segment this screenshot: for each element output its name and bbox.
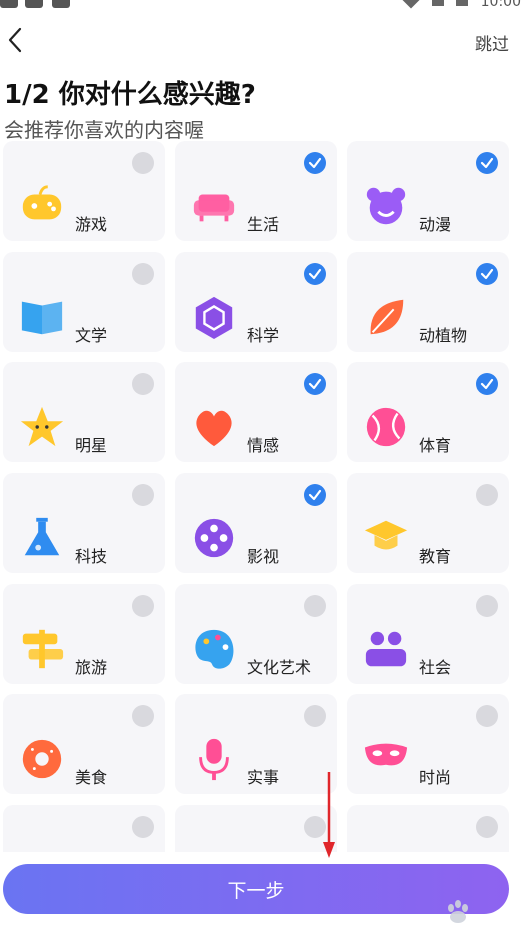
- select-checkbox[interactable]: [132, 705, 154, 727]
- interest-card[interactable]: 社会: [347, 584, 509, 684]
- signal-icon: [432, 0, 444, 6]
- interest-card[interactable]: 文学: [3, 252, 165, 352]
- graduation-cap-icon: [362, 515, 410, 561]
- checkmark-icon: [308, 268, 322, 280]
- status-time: 10:00: [480, 0, 521, 10]
- interest-label: 文学: [75, 326, 108, 345]
- flask-icon: [18, 515, 66, 561]
- annotation-arrow: [323, 772, 335, 858]
- select-checkbox[interactable]: [476, 705, 498, 727]
- microphone-icon: [190, 736, 238, 782]
- checkmark-icon: [480, 157, 494, 169]
- interest-label: 动漫: [419, 215, 452, 234]
- status-icon: [25, 0, 43, 8]
- interest-card[interactable]: 生活: [175, 141, 337, 241]
- interest-card[interactable]: 时尚: [347, 694, 509, 794]
- next-step-label: 下一步: [227, 879, 285, 902]
- select-checkbox[interactable]: [304, 152, 326, 174]
- gamepad-icon: [18, 183, 66, 229]
- interest-card[interactable]: 文化艺术: [175, 584, 337, 684]
- star-icon: [18, 404, 66, 450]
- interest-card[interactable]: 情感: [175, 362, 337, 462]
- page-title: 1/2 你对什么感兴趣?: [4, 80, 256, 110]
- select-checkbox[interactable]: [132, 263, 154, 285]
- wifi-icon: [402, 0, 420, 9]
- chevron-left-icon: [8, 27, 22, 53]
- donut-icon: [18, 736, 66, 782]
- select-checkbox[interactable]: [132, 816, 154, 838]
- interest-label: 生活: [247, 215, 280, 234]
- heart-icon: [190, 404, 238, 450]
- interest-card[interactable]: 美食: [3, 694, 165, 794]
- interest-label: 社会: [419, 658, 452, 677]
- checkmark-icon: [480, 268, 494, 280]
- interest-label: 时尚: [419, 768, 452, 787]
- interest-card[interactable]: 游戏: [3, 141, 165, 241]
- people-icon: [362, 626, 410, 672]
- mask-icon: [362, 736, 410, 782]
- interest-label: 情感: [247, 436, 280, 455]
- select-checkbox[interactable]: [476, 816, 498, 838]
- interest-card[interactable]: 动植物: [347, 252, 509, 352]
- page-subtitle: 会推荐你喜欢的内容喔: [4, 118, 204, 142]
- battery-icon: [456, 0, 468, 6]
- interest-card[interactable]: 实事: [175, 694, 337, 794]
- status-icon: [0, 0, 18, 8]
- interest-label: 文化艺术: [247, 658, 312, 677]
- signpost-icon: [18, 626, 66, 672]
- select-checkbox[interactable]: [304, 595, 326, 617]
- interest-label: 动植物: [419, 326, 468, 345]
- interest-label: 科技: [75, 547, 108, 566]
- back-button[interactable]: [4, 26, 28, 54]
- select-checkbox[interactable]: [132, 595, 154, 617]
- interest-card[interactable]: 影视: [175, 473, 337, 573]
- interest-label: 影视: [247, 547, 280, 566]
- interest-card[interactable]: 明星: [3, 362, 165, 462]
- film-reel-icon: [190, 515, 238, 561]
- hexagon-icon: [190, 294, 238, 340]
- select-checkbox[interactable]: [132, 152, 154, 174]
- checkmark-icon: [308, 378, 322, 390]
- checkmark-icon: [480, 378, 494, 390]
- select-checkbox[interactable]: [132, 373, 154, 395]
- baidu-watermark: [411, 892, 511, 942]
- skip-button[interactable]: 跳过: [475, 30, 509, 55]
- interest-label: 实事: [247, 768, 280, 787]
- palette-icon: [190, 626, 238, 672]
- interest-card[interactable]: 科技: [3, 473, 165, 573]
- checkmark-icon: [308, 157, 322, 169]
- interest-card[interactable]: 教育: [347, 473, 509, 573]
- interest-card[interactable]: 动漫: [347, 141, 509, 241]
- interest-label: 科学: [247, 326, 280, 345]
- status-bar: 10:00: [0, 0, 529, 12]
- interest-label: 游戏: [75, 215, 108, 234]
- select-checkbox[interactable]: [476, 263, 498, 285]
- interest-label: 明星: [75, 436, 108, 455]
- interest-card[interactable]: 科学: [175, 252, 337, 352]
- interest-label: 教育: [419, 547, 452, 566]
- select-checkbox[interactable]: [132, 484, 154, 506]
- paw-logo-icon: [448, 900, 468, 923]
- book-icon: [18, 294, 66, 340]
- select-checkbox[interactable]: [476, 152, 498, 174]
- checkmark-icon: [308, 489, 322, 501]
- select-checkbox[interactable]: [476, 484, 498, 506]
- select-checkbox[interactable]: [304, 705, 326, 727]
- select-checkbox[interactable]: [304, 263, 326, 285]
- interest-label: 旅游: [75, 658, 108, 677]
- select-checkbox[interactable]: [304, 484, 326, 506]
- cartoon-bear-icon: [362, 183, 410, 229]
- interest-card[interactable]: 体育: [347, 362, 509, 462]
- sofa-icon: [190, 183, 238, 229]
- select-checkbox[interactable]: [304, 373, 326, 395]
- ball-icon: [362, 404, 410, 450]
- interest-label: 美食: [75, 768, 108, 787]
- status-icon: [52, 0, 70, 8]
- leaf-icon: [362, 294, 410, 340]
- interest-label: 体育: [419, 436, 452, 455]
- select-checkbox[interactable]: [476, 373, 498, 395]
- select-checkbox[interactable]: [476, 595, 498, 617]
- interest-card[interactable]: 旅游: [3, 584, 165, 684]
